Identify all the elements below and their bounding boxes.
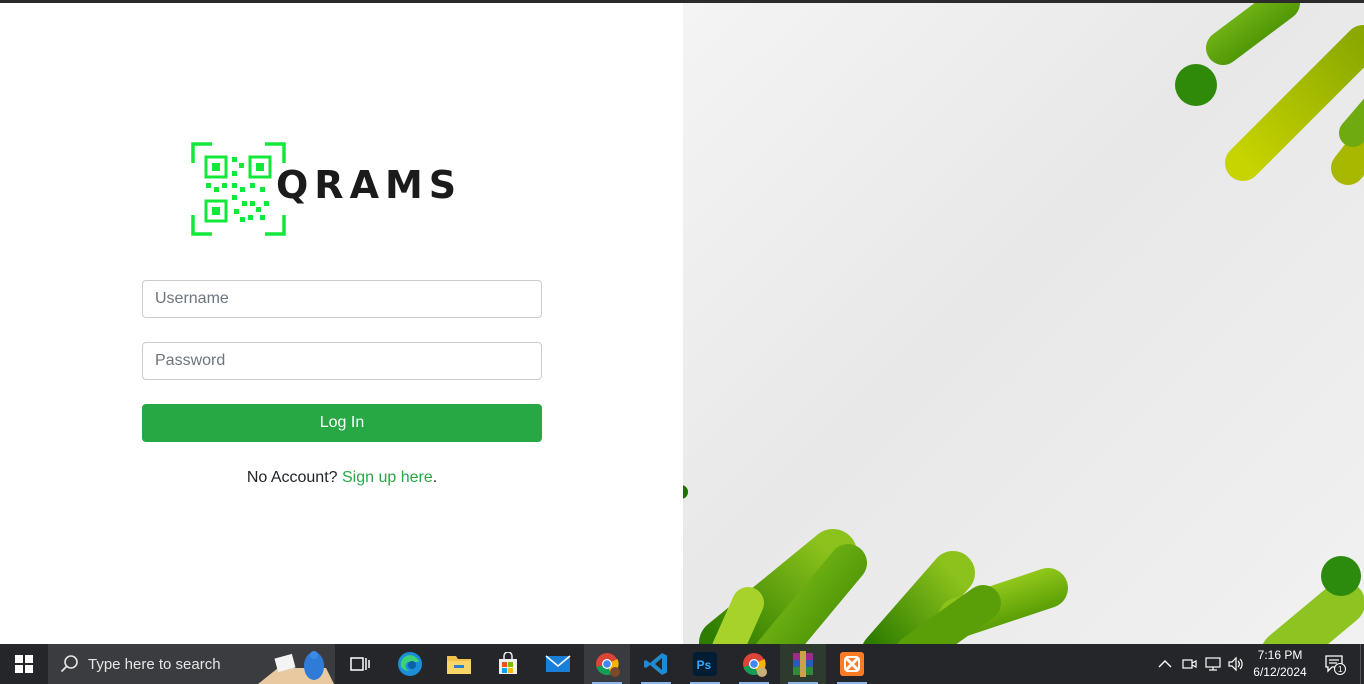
task-view-button[interactable] (337, 644, 383, 684)
search-icon (60, 655, 78, 673)
photoshop-app[interactable]: Ps (682, 644, 728, 684)
signup-link[interactable]: Sign up here (342, 469, 433, 486)
windows-taskbar: Type here to search Ps 7:16 PM 6/12/2024… (0, 644, 1364, 684)
search-placeholder: Type here to search (88, 656, 221, 673)
search-highlight-illustration (258, 651, 334, 684)
chrome-icon (596, 653, 620, 677)
tray-volume[interactable] (1225, 644, 1247, 684)
login-panel: QRAMS Log In No Account? Sign up here. (0, 3, 683, 644)
taskbar-search-box[interactable]: Type here to search (48, 644, 335, 684)
speaker-icon (1228, 656, 1243, 672)
tray-meet-now[interactable] (1178, 644, 1200, 684)
logo-wordmark: QRAMS (276, 163, 463, 207)
xampp-icon (840, 652, 864, 676)
vscode-icon (644, 653, 667, 675)
store-icon (499, 652, 517, 674)
chevron-up-icon (1158, 660, 1172, 668)
photoshop-icon: Ps (693, 652, 717, 676)
action-center-button[interactable]: 1 (1320, 644, 1350, 684)
windows-logo-icon (15, 655, 33, 673)
taskbar-clock[interactable]: 7:16 PM 6/12/2024 (1248, 647, 1312, 681)
svg-text:Ps: Ps (697, 658, 712, 672)
camera-icon (1182, 659, 1197, 669)
mail-icon (545, 655, 571, 672)
username-input[interactable] (142, 280, 542, 318)
start-button[interactable] (0, 644, 48, 684)
network-icon (1205, 657, 1221, 671)
file-explorer-app[interactable] (436, 644, 482, 684)
notification-icon: 1 (1325, 655, 1346, 675)
xampp-app[interactable] (829, 644, 875, 684)
clock-time: 7:16 PM (1257, 648, 1303, 662)
clock-date: 6/12/2024 (1253, 665, 1307, 679)
password-input[interactable] (142, 342, 542, 380)
winrar-icon (793, 651, 813, 677)
notification-count: 1 (1338, 665, 1343, 674)
chrome-profile-icon (743, 653, 767, 677)
mail-app[interactable] (535, 644, 581, 684)
edge-icon (398, 652, 422, 676)
folder-icon (447, 656, 471, 674)
edge-app[interactable] (387, 644, 433, 684)
chrome-profile-app[interactable] (731, 644, 777, 684)
tray-network[interactable] (1202, 644, 1224, 684)
show-desktop-button[interactable] (1360, 644, 1364, 684)
login-button[interactable]: Log In (142, 404, 542, 442)
vscode-app[interactable] (633, 644, 679, 684)
microsoft-store-app[interactable] (485, 644, 531, 684)
signup-prompt-row: No Account? Sign up here. (142, 469, 542, 487)
signup-suffix: . (432, 469, 438, 486)
decorative-green-shapes (683, 3, 1364, 644)
decorative-panel (683, 3, 1364, 644)
winrar-app[interactable] (780, 644, 826, 684)
task-view-icon (350, 657, 370, 671)
signup-prompt-text: No Account? (246, 469, 342, 486)
show-hidden-icons-button[interactable] (1154, 644, 1176, 684)
chrome-app[interactable] (584, 644, 630, 684)
